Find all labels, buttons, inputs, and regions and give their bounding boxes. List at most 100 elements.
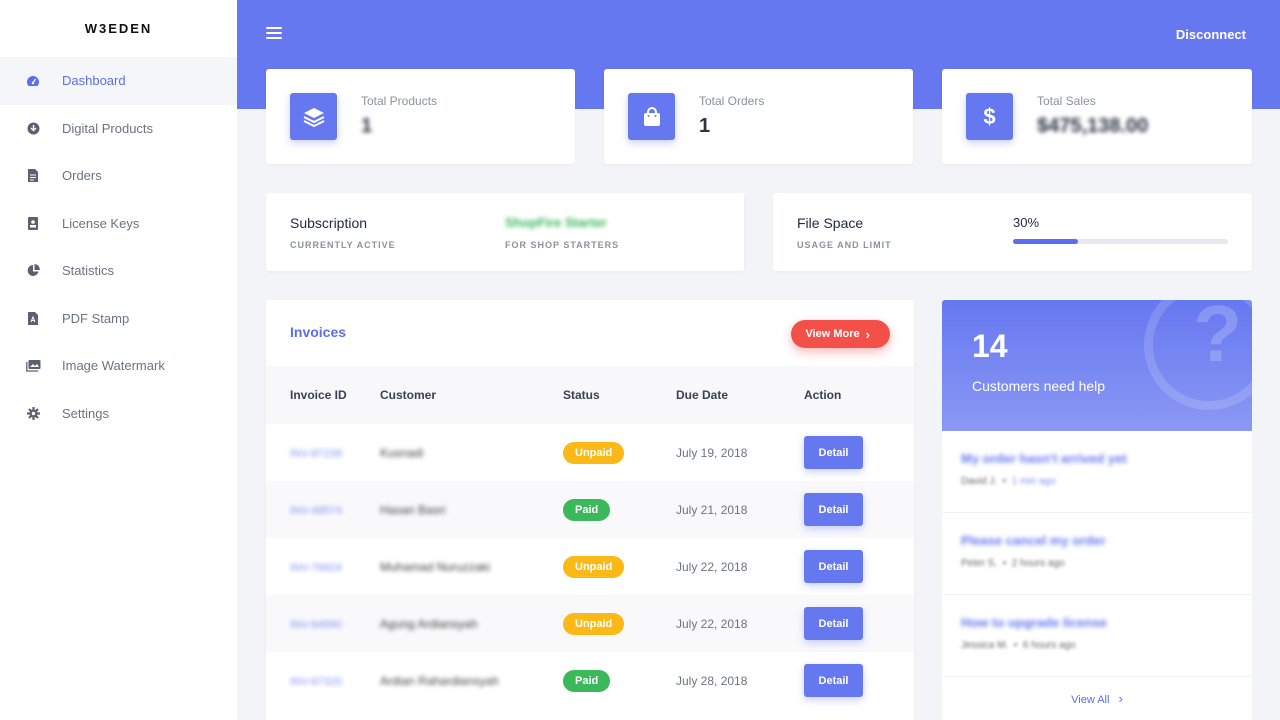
- hamburger-icon[interactable]: [266, 27, 282, 41]
- dollar-icon: $: [966, 93, 1013, 140]
- action-cell: Detail: [804, 538, 914, 595]
- help-request-item[interactable]: Please cancel my order Peter S. • 2 hour…: [942, 513, 1252, 595]
- sidebar-item-pdf-stamp[interactable]: PDF Stamp: [0, 295, 237, 343]
- file-space-percent: 30%: [1013, 215, 1040, 230]
- sidebar-item-image-watermark[interactable]: Image Watermark: [0, 342, 237, 390]
- view-all-label: View All: [1071, 694, 1110, 706]
- table-row: INV-84990 Agung Ardiansyah Unpaid July 22, …: [266, 595, 914, 652]
- status-badge: Paid: [563, 669, 611, 692]
- sidebar-item-label: Statistics: [62, 263, 115, 279]
- status-cell: Unpaid: [563, 595, 676, 652]
- detail-button[interactable]: Detail: [804, 550, 863, 583]
- status-cell: Paid: [563, 481, 676, 538]
- sidebar-item-dashboard[interactable]: Dashboard: [0, 57, 237, 105]
- status-badge: Unpaid: [563, 612, 625, 635]
- brand-logo: W3EDEN: [84, 21, 153, 36]
- sidebar-item-digital-products[interactable]: Digital Products: [0, 105, 237, 153]
- status-cell: Unpaid: [563, 538, 676, 595]
- view-all-link[interactable]: View All ›: [942, 691, 1252, 706]
- invoice-id-link[interactable]: INV-76824: [290, 562, 342, 574]
- subscription-card: Subscription CURRENTLY ACTIVE ShopFire S…: [266, 193, 744, 271]
- invoice-id-cell: INV-76824: [266, 538, 380, 595]
- status-cell: Paid: [563, 652, 676, 709]
- help-question: My order hasn't arrived yet: [961, 451, 1127, 466]
- status-cell: Unpaid: [563, 424, 676, 481]
- dashboard-gauge-icon: [25, 73, 41, 89]
- file-space-subtitle: USAGE AND LIMIT: [797, 240, 892, 250]
- help-question: Please cancel my order: [961, 533, 1106, 548]
- action-cell: Detail: [804, 652, 914, 709]
- sidebar-item-settings[interactable]: Settings: [0, 390, 237, 438]
- help-label: Customers need help: [972, 378, 1106, 394]
- help-summary-card: ? 14 Customers need help: [942, 300, 1252, 431]
- customer-cell: Agung Ardiansyah: [380, 595, 563, 652]
- subscription-title: Subscription: [290, 215, 368, 231]
- status-badge: Paid: [563, 498, 611, 521]
- column-header: Action: [804, 366, 914, 424]
- help-time: 2 hours ago: [1011, 558, 1065, 569]
- detail-button[interactable]: Detail: [804, 493, 863, 526]
- action-cell: Detail: [804, 595, 914, 652]
- status-badge: Unpaid: [563, 555, 625, 578]
- invoice-id-link[interactable]: INV-84990: [290, 619, 342, 631]
- file-space-progress-fill: [1013, 239, 1078, 244]
- help-time: 1 min ago: [1011, 476, 1056, 487]
- layers-icon: [290, 93, 337, 140]
- table-row: INV-48574 Hasan Basri Paid July 21, 2018 Det…: [266, 481, 914, 538]
- table-row: INV-87239 Kusnadi Unpaid July 19, 2018 Detai…: [266, 424, 914, 481]
- file-space-card: File Space USAGE AND LIMIT 30%: [773, 193, 1252, 271]
- help-request-item[interactable]: How to upgrade license Jessica M. • 6 ho…: [942, 595, 1252, 677]
- detail-button[interactable]: Detail: [804, 436, 863, 469]
- table-row: INV-87320 Ardian Rahardiansyah Paid July 28…: [266, 652, 914, 709]
- help-count: 14: [972, 328, 1008, 364]
- sidebar-item-statistics[interactable]: Statistics: [0, 247, 237, 295]
- stat-card-total-orders: Total Orders 1: [604, 69, 913, 164]
- invoice-id-link[interactable]: INV-87239: [290, 448, 342, 460]
- sidebar-item-label: Orders: [62, 168, 102, 184]
- detail-button[interactable]: Detail: [804, 664, 863, 697]
- customer-cell: Ardian Rahardiansyah: [380, 652, 563, 709]
- shopping-bag-icon: [628, 93, 675, 140]
- help-question: How to upgrade license: [961, 615, 1107, 630]
- stat-label: Total Orders: [699, 94, 765, 108]
- invoice-id-cell: INV-87239: [266, 424, 380, 481]
- action-cell: Detail: [804, 424, 914, 481]
- invoice-id-link[interactable]: INV-87320: [290, 676, 342, 688]
- stat-label: Total Sales: [1037, 94, 1096, 108]
- pdf-file-icon: [25, 310, 41, 326]
- invoice-id-cell: INV-84990: [266, 595, 380, 652]
- download-circle-icon: [25, 120, 41, 136]
- invoice-id-link[interactable]: INV-48574: [290, 505, 342, 517]
- customer-name: Ardian Rahardiansyah: [380, 673, 499, 688]
- invoice-id-cell: INV-48574: [266, 481, 380, 538]
- stat-card-total-sales: $ Total Sales $475,138.00: [942, 69, 1252, 164]
- help-request-item[interactable]: My order hasn't arrived yet David J. • 1…: [942, 431, 1252, 513]
- sidebar-item-orders[interactable]: Orders: [0, 152, 237, 200]
- stat-value: 1: [361, 115, 373, 137]
- due-date-cell: July 19, 2018: [676, 445, 748, 460]
- file-space-title: File Space: [797, 215, 864, 231]
- sidebar-item-label: Settings: [62, 405, 109, 421]
- status-badge: Unpaid: [563, 441, 625, 464]
- sidebar-item-label: Dashboard: [62, 73, 126, 89]
- view-more-button[interactable]: View More ›: [791, 320, 890, 348]
- stat-label: Total Products: [361, 94, 438, 108]
- sidebar-item-license-keys[interactable]: License Keys: [0, 200, 237, 248]
- help-author: Peter S.: [961, 558, 998, 569]
- sidebar-item-label: PDF Stamp: [62, 310, 130, 326]
- table-header-row: Invoice ID Customer Status Due Date Acti…: [266, 366, 914, 424]
- disconnect-button[interactable]: Disconnect: [1176, 27, 1246, 42]
- stat-card-total-products: Total Products 1: [266, 69, 575, 164]
- view-more-label: View More: [805, 328, 860, 340]
- column-header: Due Date: [676, 366, 804, 424]
- column-header: Customer: [380, 366, 563, 424]
- invoices-table: Invoice ID Customer Status Due Date Acti…: [266, 366, 914, 709]
- chevron-right-icon: ›: [865, 326, 870, 342]
- gear-icon: [25, 405, 41, 421]
- detail-button[interactable]: Detail: [804, 607, 863, 640]
- due-date-cell: July 22, 2018: [676, 559, 748, 574]
- help-request-list: My order hasn't arrived yet David J. • 1…: [942, 431, 1252, 720]
- column-header: Invoice ID: [266, 366, 380, 424]
- pie-chart-icon: [25, 263, 41, 279]
- sidebar-item-label: License Keys: [62, 215, 140, 231]
